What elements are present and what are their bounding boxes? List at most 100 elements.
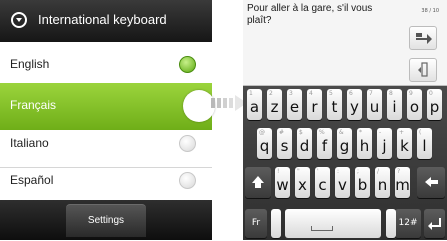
key-symbol: 7 — [369, 90, 373, 97]
key-letter: x — [298, 176, 307, 194]
period-key[interactable] — [386, 209, 396, 238]
key-symbol: ( — [419, 129, 422, 136]
key-letter: n — [377, 176, 388, 194]
key-q[interactable]: @ q — [257, 128, 272, 159]
language-key[interactable]: Fr — [245, 209, 267, 238]
key-symbol: & — [339, 129, 344, 136]
key-letter: m — [395, 176, 410, 194]
key-symbol: # — [279, 129, 285, 136]
key-n[interactable]: / n — [375, 167, 390, 198]
key-k[interactable]: + k — [397, 128, 412, 159]
key-letter: p — [429, 98, 440, 116]
key-z[interactable]: 2z — [267, 89, 282, 120]
comma-key[interactable] — [271, 209, 281, 238]
key-symbol: 9 — [409, 90, 413, 97]
character-counter: 38 / 10 — [421, 8, 439, 14]
key-x[interactable]: " x — [295, 167, 310, 198]
key-letter: c — [318, 176, 327, 194]
shift-key[interactable] — [245, 167, 271, 198]
key-s[interactable]: # s — [277, 128, 292, 159]
key-p[interactable]: 0p — [427, 89, 442, 120]
key-symbol: ? — [397, 168, 401, 175]
key-letter: v — [338, 176, 347, 194]
key-e[interactable]: 3e — [287, 89, 302, 120]
key-letter: h — [359, 137, 370, 155]
key-r[interactable]: 4r — [307, 89, 322, 120]
message-compose-area[interactable]: Pour aller à la gare, s'il vous plaît? 3… — [243, 0, 447, 86]
key-l[interactable]: (l — [417, 128, 432, 159]
language-label: English — [10, 57, 50, 71]
enter-key[interactable] — [424, 209, 445, 238]
language-option-english[interactable]: English — [0, 42, 212, 89]
key-symbol: " — [297, 168, 300, 175]
chevron-down-circle-icon[interactable] — [11, 12, 27, 28]
attach-button[interactable] — [409, 58, 437, 82]
radio-selected-icon[interactable] — [179, 56, 196, 73]
language-label: Italiano — [10, 136, 49, 150]
key-letter: f — [321, 137, 328, 155]
key-symbol: 8 — [389, 90, 393, 97]
attach-icon — [418, 62, 428, 77]
language-key-label: Fr — [251, 218, 261, 228]
key-c[interactable]: ' c — [315, 167, 330, 198]
key-j[interactable]: -j — [377, 128, 392, 159]
key-letter: y — [350, 98, 359, 116]
key-letter: e — [289, 98, 300, 116]
key-symbol: 6 — [349, 90, 353, 97]
send-button[interactable] — [409, 26, 437, 50]
language-picker-screen: International keyboard English Français … — [0, 0, 215, 240]
key-g[interactable]: & g — [337, 128, 352, 159]
key-h[interactable]: * h — [357, 128, 372, 159]
key-letter: u — [369, 98, 380, 116]
key-letter: d — [299, 137, 310, 155]
key-symbol: @ — [259, 129, 265, 136]
key-symbol: + — [399, 129, 405, 136]
backspace-icon — [425, 177, 438, 187]
key-v[interactable]: :v — [335, 167, 350, 198]
key-f[interactable]: % f — [317, 128, 332, 159]
key-w[interactable]: ! w — [275, 167, 290, 198]
key-symbol: 1 — [249, 90, 253, 97]
send-icon — [416, 33, 432, 44]
transition-arrow-icon — [211, 95, 247, 111]
language-option-espanol[interactable]: Español — [0, 158, 212, 200]
language-picker-title: International keyboard — [38, 12, 167, 27]
key-b[interactable]: ; b — [355, 167, 370, 198]
language-label: Français — [10, 98, 57, 112]
key-y[interactable]: 6y — [347, 89, 362, 120]
key-letter: k — [400, 137, 409, 155]
key-a[interactable]: 1a — [247, 89, 262, 120]
key-letter: t — [331, 98, 338, 116]
key-symbol: $ — [299, 129, 303, 136]
mode-key[interactable]: 12# — [395, 209, 421, 238]
key-letter: j — [382, 137, 387, 155]
radio-unselected-icon[interactable] — [179, 135, 196, 152]
key-symbol: % — [319, 129, 325, 136]
message-text[interactable]: Pour aller à la gare, s'il vous plaît? — [247, 3, 397, 27]
radio-unselected-icon[interactable] — [179, 172, 196, 189]
key-symbol: 0 — [429, 90, 433, 97]
key-symbol: ! — [277, 168, 280, 175]
settings-button[interactable]: Settings — [66, 204, 146, 237]
space-key[interactable] — [285, 209, 381, 238]
key-letter: q — [259, 137, 270, 155]
key-letter: g — [339, 137, 350, 155]
key-symbol: ; — [357, 168, 360, 175]
mode-key-label: 12# — [398, 218, 418, 228]
key-m[interactable]: ? m — [395, 167, 410, 198]
language-picker-header: International keyboard — [0, 0, 212, 42]
shift-icon — [252, 176, 264, 188]
key-u[interactable]: 7u — [367, 89, 382, 120]
key-o[interactable]: 9o — [407, 89, 422, 120]
key-letter: b — [357, 176, 368, 194]
key-d[interactable]: $ d — [297, 128, 312, 159]
key-symbol: ' — [317, 168, 319, 175]
key-letter: o — [409, 98, 420, 116]
key-i[interactable]: 8i — [387, 89, 402, 120]
enter-icon — [428, 218, 441, 230]
key-t[interactable]: 5t — [327, 89, 342, 120]
backspace-key[interactable] — [417, 167, 445, 198]
key-letter: l — [422, 137, 427, 155]
language-label: Español — [10, 173, 54, 187]
key-letter: r — [311, 98, 318, 116]
